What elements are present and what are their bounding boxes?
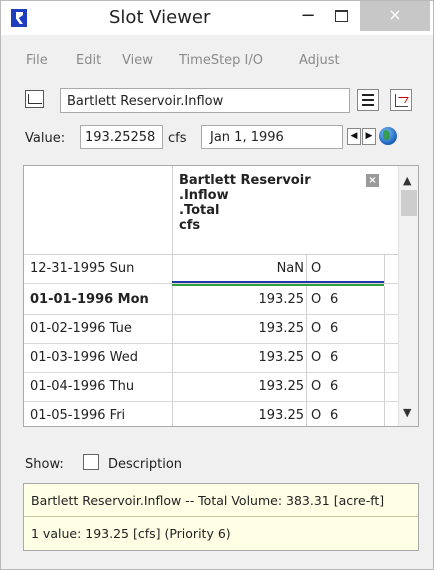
row-priority: 6 (330, 408, 339, 423)
table-row[interactable]: 01-03-1996 Wed 193.25 O 6 (24, 344, 398, 373)
scroll-up-icon[interactable]: ▲ (403, 174, 411, 187)
row-priority: 6 (330, 350, 339, 365)
description-checkbox[interactable] (83, 454, 99, 470)
table-row[interactable]: 12-31-1995 Sun NaN O (24, 255, 398, 284)
row-flag: O (311, 261, 322, 276)
minimize-button[interactable]: − (293, 3, 323, 31)
row-flag: O (311, 350, 322, 365)
row-value[interactable]: 193.25 (172, 344, 306, 372)
header-line-3: .Total (179, 203, 220, 218)
units-label: cfs (168, 131, 187, 146)
row-date: 01-02-1996 Tue (30, 321, 132, 336)
plot-icon[interactable] (390, 89, 412, 111)
menu-bar: File Edit View TimeStep I/O Adjust (1, 49, 433, 71)
row-value[interactable]: 193.25 (172, 402, 306, 426)
title-bar: Slot Viewer − × (1, 1, 433, 35)
row-date: 01-03-1996 Wed (30, 350, 139, 365)
row-value[interactable]: 193.25 (172, 315, 306, 343)
row-priority: 6 (330, 321, 339, 336)
value-input[interactable]: 193.25258 (80, 125, 163, 149)
slot-viewer-window: Slot Viewer − × File Edit View TimeStep … (0, 0, 434, 570)
hamburger-menu-icon[interactable] (357, 89, 379, 111)
description-label[interactable]: Description (108, 457, 182, 472)
row-flag: O (311, 321, 322, 336)
column-header[interactable]: Bartlett Reservoir .Inflow .Total cfs × (172, 166, 384, 254)
value-label: Value: (25, 131, 66, 146)
menu-timestep-io[interactable]: TimeStep I/O (179, 53, 263, 68)
vertical-scrollbar[interactable]: ▲ ▼ (398, 166, 418, 426)
selection-summary-text: 1 value: 193.25 [cfs] (Priority 6) (31, 526, 231, 541)
globe-icon[interactable] (379, 127, 397, 145)
menu-file[interactable]: File (26, 53, 48, 68)
menu-edit[interactable]: Edit (76, 53, 101, 68)
info-panel: Bartlett Reservoir.Inflow -- Total Volum… (23, 483, 419, 551)
row-priority: 6 (330, 292, 339, 307)
slot-name-field[interactable]: Bartlett Reservoir.Inflow (60, 88, 350, 113)
app-icon (11, 9, 27, 27)
run-start-line-blue (172, 281, 384, 283)
row-flag: O (311, 292, 322, 307)
row-date: 12-31-1995 Sun (30, 261, 135, 276)
row-date: 01-01-1996 Mon (30, 292, 149, 307)
row-value[interactable]: 193.25 (172, 373, 306, 401)
header-line-2: .Inflow (179, 188, 229, 203)
remove-column-icon[interactable]: × (366, 174, 379, 187)
window-title: Slot Viewer (109, 7, 211, 28)
scroll-down-icon[interactable]: ▼ (403, 406, 411, 419)
row-value[interactable]: NaN (172, 255, 306, 283)
row-flag: O (311, 379, 322, 394)
row-flag: O (311, 408, 322, 423)
header-line-4: cfs (179, 218, 201, 233)
header-line-1: Bartlett Reservoir (179, 173, 311, 188)
table-row[interactable]: 01-05-1996 Fri 193.25 O 6 (24, 402, 398, 426)
next-date-button[interactable]: ▶ (362, 128, 376, 145)
scroll-thumb[interactable] (401, 190, 417, 216)
prev-date-button[interactable]: ◀ (347, 128, 361, 145)
slot-table: Bartlett Reservoir .Inflow .Total cfs × … (23, 165, 419, 427)
show-label: Show: (25, 457, 64, 472)
row-date: 01-05-1996 Fri (30, 408, 126, 423)
table-row[interactable]: 01-01-1996 Mon 193.25 O 6 (24, 286, 398, 315)
info-divider (24, 516, 418, 517)
menu-adjust[interactable]: Adjust (299, 53, 340, 68)
close-button[interactable]: × (360, 1, 430, 31)
date-field[interactable]: Jan 1, 1996 (201, 125, 343, 149)
total-volume-text: Bartlett Reservoir.Inflow -- Total Volum… (31, 493, 385, 508)
table-row[interactable]: 01-04-1996 Thu 193.25 O 6 (24, 373, 398, 402)
maximize-button[interactable] (326, 3, 356, 31)
menu-view[interactable]: View (122, 53, 153, 68)
slot-graph-icon[interactable] (25, 90, 44, 108)
row-date: 01-04-1996 Thu (30, 379, 135, 394)
row-value[interactable]: 193.25 (172, 286, 306, 314)
row-priority: 6 (330, 379, 339, 394)
table-row[interactable]: 01-02-1996 Tue 193.25 O 6 (24, 315, 398, 344)
